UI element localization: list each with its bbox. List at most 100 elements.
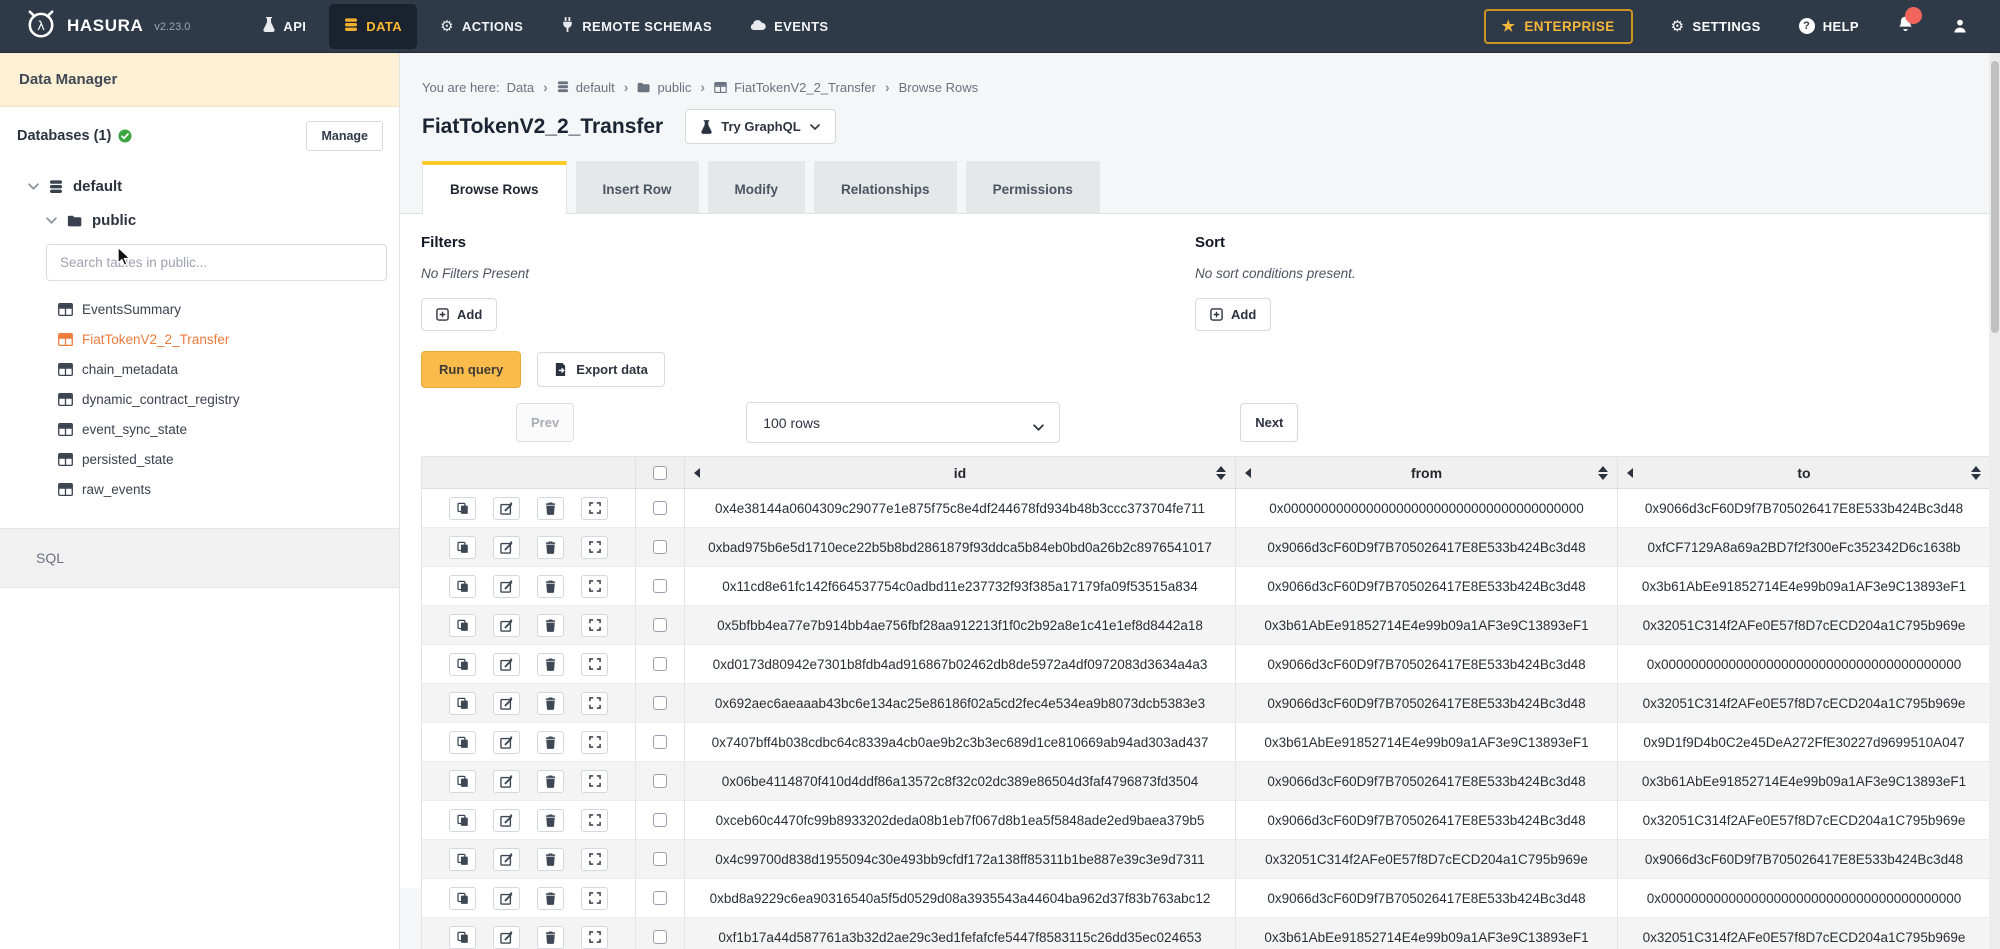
delete-row-button[interactable] <box>537 848 564 871</box>
tab-relationships[interactable]: Relationships <box>814 161 957 214</box>
clone-row-button[interactable] <box>449 575 476 598</box>
row-checkbox[interactable] <box>653 696 667 710</box>
clone-row-button[interactable] <box>449 809 476 832</box>
manage-button[interactable]: Manage <box>306 121 383 151</box>
edit-row-button[interactable] <box>493 497 520 520</box>
row-checkbox[interactable] <box>653 891 667 905</box>
delete-row-button[interactable] <box>537 692 564 715</box>
edit-row-button[interactable] <box>493 731 520 754</box>
clone-row-button[interactable] <box>449 848 476 871</box>
nav-item-actions[interactable]: ⚙ ACTIONS <box>425 0 538 53</box>
enterprise-button[interactable]: ★ ENTERPRISE <box>1484 9 1633 44</box>
user-menu-button[interactable] <box>1952 18 1968 34</box>
hasura-brand[interactable]: λ HASURA v2.23.0 <box>24 8 190 45</box>
edit-row-button[interactable] <box>493 575 520 598</box>
sidebar-table-persisted-state[interactable]: persisted_state <box>0 444 399 474</box>
edit-row-button[interactable] <box>493 692 520 715</box>
row-checkbox[interactable] <box>653 579 667 593</box>
expand-row-button[interactable] <box>581 770 608 793</box>
rows-per-page-select[interactable]: 100 rows <box>746 402 1060 443</box>
edit-row-button[interactable] <box>493 536 520 559</box>
clone-row-button[interactable] <box>449 770 476 793</box>
breadcrumb-database-link[interactable]: default <box>576 80 615 95</box>
nav-item-data[interactable]: DATA <box>329 4 417 49</box>
delete-row-button[interactable] <box>537 575 564 598</box>
delete-row-button[interactable] <box>537 770 564 793</box>
tab-permissions[interactable]: Permissions <box>966 161 1100 214</box>
row-checkbox[interactable] <box>653 735 667 749</box>
row-checkbox[interactable] <box>653 930 667 944</box>
delete-row-button[interactable] <box>537 926 564 949</box>
header-id-column[interactable]: id <box>685 457 1236 488</box>
edit-row-button[interactable] <box>493 770 520 793</box>
add-filter-button[interactable]: Add <box>421 298 497 331</box>
table-search-input[interactable] <box>46 244 387 281</box>
expand-row-button[interactable] <box>581 809 608 832</box>
expand-row-button[interactable] <box>581 887 608 910</box>
clone-row-button[interactable] <box>449 692 476 715</box>
sidebar-schema-public[interactable]: public <box>46 212 399 229</box>
settings-button[interactable]: ⚙ SETTINGS <box>1671 19 1761 34</box>
nav-item-remote-schemas[interactable]: REMOTE SCHEMAS <box>546 0 727 53</box>
chevron-down-icon[interactable] <box>28 183 39 190</box>
clone-row-button[interactable] <box>449 497 476 520</box>
collapse-column-icon[interactable] <box>694 468 700 478</box>
expand-row-button[interactable] <box>581 731 608 754</box>
row-checkbox[interactable] <box>653 618 667 632</box>
sort-icon[interactable] <box>1598 466 1608 480</box>
prev-page-button[interactable]: Prev <box>516 403 574 442</box>
expand-row-button[interactable] <box>581 926 608 949</box>
sort-icon[interactable] <box>1216 466 1226 480</box>
edit-row-button[interactable] <box>493 614 520 637</box>
tab-browse-rows[interactable]: Browse Rows <box>422 161 567 214</box>
edit-row-button[interactable] <box>493 848 520 871</box>
add-sort-button[interactable]: Add <box>1195 298 1271 331</box>
export-data-button[interactable]: Export data <box>537 352 665 387</box>
nav-item-api[interactable]: API <box>248 0 321 53</box>
sidebar-table-raw-events[interactable]: raw_events <box>0 474 399 504</box>
collapse-column-icon[interactable] <box>1627 468 1633 478</box>
clone-row-button[interactable] <box>449 614 476 637</box>
nav-item-events[interactable]: EVENTS <box>735 0 843 53</box>
clone-row-button[interactable] <box>449 536 476 559</box>
tab-insert-row[interactable]: Insert Row <box>576 161 699 214</box>
breadcrumb-table-link[interactable]: FiatTokenV2_2_Transfer <box>734 80 876 95</box>
row-checkbox[interactable] <box>653 852 667 866</box>
help-button[interactable]: ? HELP <box>1799 18 1859 34</box>
expand-row-button[interactable] <box>581 536 608 559</box>
notifications-button[interactable] <box>1897 15 1914 38</box>
delete-row-button[interactable] <box>537 809 564 832</box>
select-all-checkbox[interactable] <box>653 466 667 480</box>
header-from-column[interactable]: from <box>1236 457 1618 488</box>
expand-row-button[interactable] <box>581 497 608 520</box>
delete-row-button[interactable] <box>537 653 564 676</box>
clone-row-button[interactable] <box>449 653 476 676</box>
expand-row-button[interactable] <box>581 848 608 871</box>
expand-row-button[interactable] <box>581 614 608 637</box>
clone-row-button[interactable] <box>449 731 476 754</box>
collapse-column-icon[interactable] <box>1245 468 1251 478</box>
row-checkbox[interactable] <box>653 657 667 671</box>
delete-row-button[interactable] <box>537 614 564 637</box>
edit-row-button[interactable] <box>493 809 520 832</box>
try-graphql-button[interactable]: Try GraphQL <box>685 109 835 144</box>
header-to-column[interactable]: to <box>1618 457 1990 488</box>
edit-row-button[interactable] <box>493 926 520 949</box>
delete-row-button[interactable] <box>537 887 564 910</box>
expand-row-button[interactable] <box>581 653 608 676</box>
sidebar-table-fiattokenv2-2-transfer[interactable]: FiatTokenV2_2_Transfer <box>0 324 399 354</box>
sidebar-database-default[interactable]: default <box>28 178 399 195</box>
clone-row-button[interactable] <box>449 926 476 949</box>
sidebar-table-event-sync-state[interactable]: event_sync_state <box>0 414 399 444</box>
edit-row-button[interactable] <box>493 653 520 676</box>
breadcrumb-data-link[interactable]: Data <box>507 80 534 95</box>
clone-row-button[interactable] <box>449 887 476 910</box>
tab-modify[interactable]: Modify <box>708 161 806 214</box>
run-query-button[interactable]: Run query <box>421 351 521 388</box>
sidebar-table-eventssummary[interactable]: EventsSummary <box>0 294 399 324</box>
breadcrumb-schema-link[interactable]: public <box>657 80 691 95</box>
row-checkbox[interactable] <box>653 501 667 515</box>
sidebar-table-chain-metadata[interactable]: chain_metadata <box>0 354 399 384</box>
next-page-button[interactable]: Next <box>1240 403 1298 442</box>
expand-row-button[interactable] <box>581 575 608 598</box>
